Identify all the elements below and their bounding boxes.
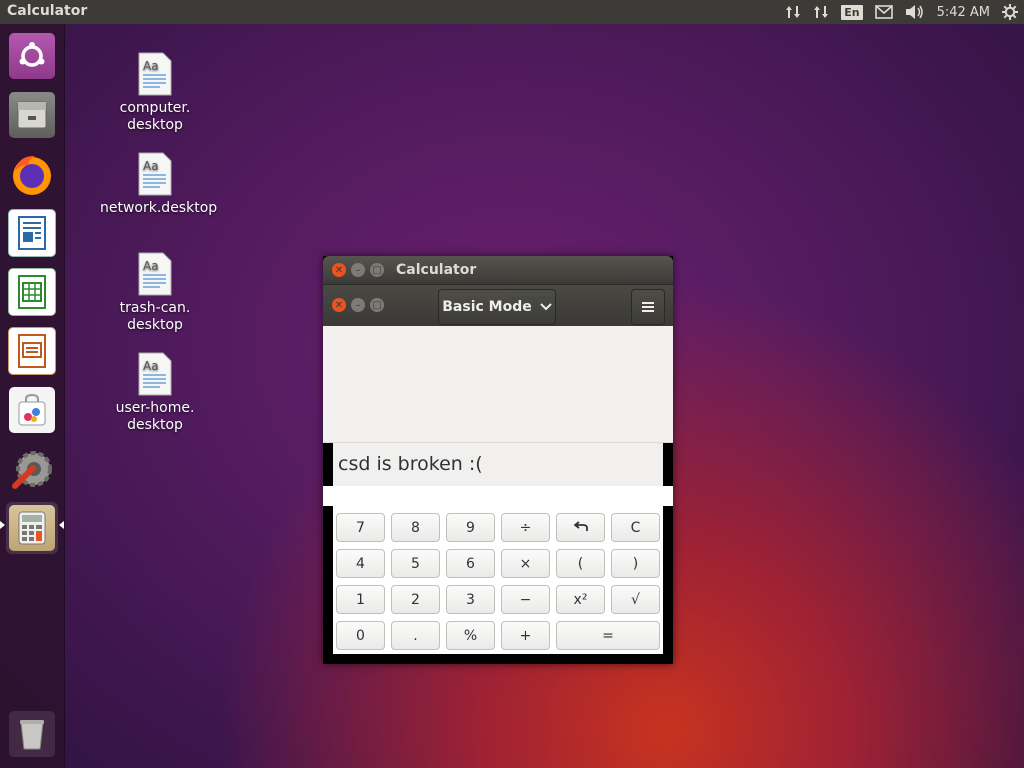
file-cabinet-icon bbox=[9, 92, 55, 138]
key-decimal[interactable]: . bbox=[391, 621, 440, 650]
desktop-icon-user-home[interactable]: Aa user-home. desktop bbox=[100, 352, 210, 434]
calculator-icon bbox=[9, 505, 55, 551]
hamburger-menu-button[interactable] bbox=[631, 289, 665, 325]
running-indicator-left bbox=[0, 521, 5, 529]
active-app-title: Calculator bbox=[7, 3, 88, 19]
clock[interactable]: 5:42 AM bbox=[937, 5, 990, 20]
key-6[interactable]: 6 bbox=[446, 549, 495, 578]
key-equals[interactable]: = bbox=[556, 621, 660, 650]
text-document-icon: Aa bbox=[138, 152, 172, 196]
svg-text:Aa: Aa bbox=[143, 59, 159, 73]
mode-selector-button[interactable]: Basic Mode bbox=[438, 289, 556, 325]
writer-doc-icon bbox=[8, 209, 56, 257]
info-bar bbox=[323, 486, 673, 506]
history-area bbox=[323, 326, 673, 443]
launcher-files[interactable] bbox=[6, 89, 58, 141]
keyboard-lang-icon[interactable]: En bbox=[841, 4, 863, 20]
impress-slide-icon bbox=[8, 327, 56, 375]
key-subtract[interactable]: − bbox=[501, 585, 550, 614]
desktop-icon-label-line1: user-home. bbox=[115, 400, 195, 416]
launcher-system-settings[interactable] bbox=[6, 443, 58, 495]
calculation-display[interactable]: csd is broken :( bbox=[333, 443, 663, 486]
key-9[interactable]: 9 bbox=[446, 513, 495, 542]
key-7[interactable]: 7 bbox=[336, 513, 385, 542]
undo-icon bbox=[573, 520, 588, 536]
launcher-libreoffice-calc[interactable] bbox=[6, 266, 58, 318]
desktop-icon-computer[interactable]: Aa computer. desktop bbox=[100, 52, 210, 134]
key-8[interactable]: 8 bbox=[391, 513, 440, 542]
settings-wrench-icon bbox=[9, 446, 55, 492]
key-add[interactable]: + bbox=[501, 621, 550, 650]
launcher-calculator[interactable] bbox=[6, 502, 58, 554]
desktop-icon-label-line1: computer. bbox=[119, 100, 191, 116]
firefox-icon bbox=[9, 151, 55, 197]
minimize-icon[interactable]: – bbox=[351, 298, 365, 312]
window-title: Calculator bbox=[396, 262, 477, 278]
minimize-icon[interactable]: – bbox=[351, 263, 365, 277]
network-updown-icon[interactable] bbox=[785, 4, 801, 20]
mode-label: Basic Mode bbox=[442, 299, 532, 315]
focused-indicator-right bbox=[59, 521, 64, 529]
key-open-paren[interactable]: ( bbox=[556, 549, 605, 578]
key-percent[interactable]: % bbox=[446, 621, 495, 650]
svg-text:Aa: Aa bbox=[143, 359, 159, 373]
mail-icon[interactable] bbox=[874, 5, 893, 19]
volume-icon[interactable] bbox=[905, 4, 925, 20]
key-1[interactable]: 1 bbox=[336, 585, 385, 614]
desktop-icon-label-line1: network.desktop bbox=[100, 200, 218, 216]
key-undo[interactable] bbox=[556, 513, 605, 542]
chevron-down-icon bbox=[540, 299, 552, 315]
key-0[interactable]: 0 bbox=[336, 621, 385, 650]
key-close-paren[interactable]: ) bbox=[611, 549, 660, 578]
launcher-libreoffice-impress[interactable] bbox=[6, 325, 58, 377]
launcher-ubuntu-dash[interactable] bbox=[6, 30, 58, 82]
key-clear[interactable]: C bbox=[611, 513, 660, 542]
key-2[interactable]: 2 bbox=[391, 585, 440, 614]
key-3[interactable]: 3 bbox=[446, 585, 495, 614]
hamburger-icon bbox=[642, 298, 654, 316]
text-document-icon: Aa bbox=[138, 52, 172, 96]
desktop-icon-label-line2: desktop bbox=[127, 417, 183, 433]
svg-text:Aa: Aa bbox=[143, 159, 159, 173]
key-4[interactable]: 4 bbox=[336, 549, 385, 578]
calculator-window: ✕ – □ Calculator ✕ – □ Basic Mode csd is… bbox=[323, 256, 673, 664]
trash-icon bbox=[9, 711, 55, 757]
window-titlebar[interactable]: ✕ – □ Calculator bbox=[323, 256, 673, 284]
network-updown-icon[interactable] bbox=[813, 4, 829, 20]
key-square[interactable]: x² bbox=[556, 585, 605, 614]
calc-sheet-icon bbox=[8, 268, 56, 316]
close-icon[interactable]: ✕ bbox=[332, 263, 346, 277]
key-multiply[interactable]: × bbox=[501, 549, 550, 578]
key-5[interactable]: 5 bbox=[391, 549, 440, 578]
shopping-bag-icon bbox=[9, 387, 55, 433]
system-gear-icon[interactable] bbox=[1002, 4, 1018, 20]
close-icon[interactable]: ✕ bbox=[332, 298, 346, 312]
svg-text:Aa: Aa bbox=[143, 259, 159, 273]
desktop-icon-network[interactable]: Aa network.desktop bbox=[100, 152, 218, 217]
launcher bbox=[0, 24, 65, 768]
top-panel: Calculator En 5:42 AM bbox=[0, 0, 1024, 24]
launcher-libreoffice-writer[interactable] bbox=[6, 207, 58, 259]
system-tray: En 5:42 AM bbox=[785, 0, 1018, 24]
launcher-software-center[interactable] bbox=[6, 384, 58, 436]
maximize-icon[interactable]: □ bbox=[370, 298, 384, 312]
desktop-icon-label-line2: desktop bbox=[127, 117, 183, 133]
text-document-icon: Aa bbox=[138, 252, 172, 296]
launcher-trash[interactable] bbox=[6, 708, 58, 760]
client-headerbar[interactable]: ✕ – □ Basic Mode bbox=[323, 284, 673, 327]
desktop-icon-label-line1: trash-can. bbox=[119, 300, 191, 316]
keypad: 7 8 9 ÷ C 4 5 6 × ( ) 1 2 3 − x² √ 0 . %… bbox=[333, 506, 663, 654]
maximize-icon[interactable]: □ bbox=[370, 263, 384, 277]
key-sqrt[interactable]: √ bbox=[611, 585, 660, 614]
desktop-icon-label-line2: desktop bbox=[127, 317, 183, 333]
launcher-firefox[interactable] bbox=[6, 148, 58, 200]
text-document-icon: Aa bbox=[138, 352, 172, 396]
key-divide[interactable]: ÷ bbox=[501, 513, 550, 542]
ubuntu-logo-icon bbox=[9, 33, 55, 79]
desktop-icon-trash-can[interactable]: Aa trash-can. desktop bbox=[100, 252, 210, 334]
